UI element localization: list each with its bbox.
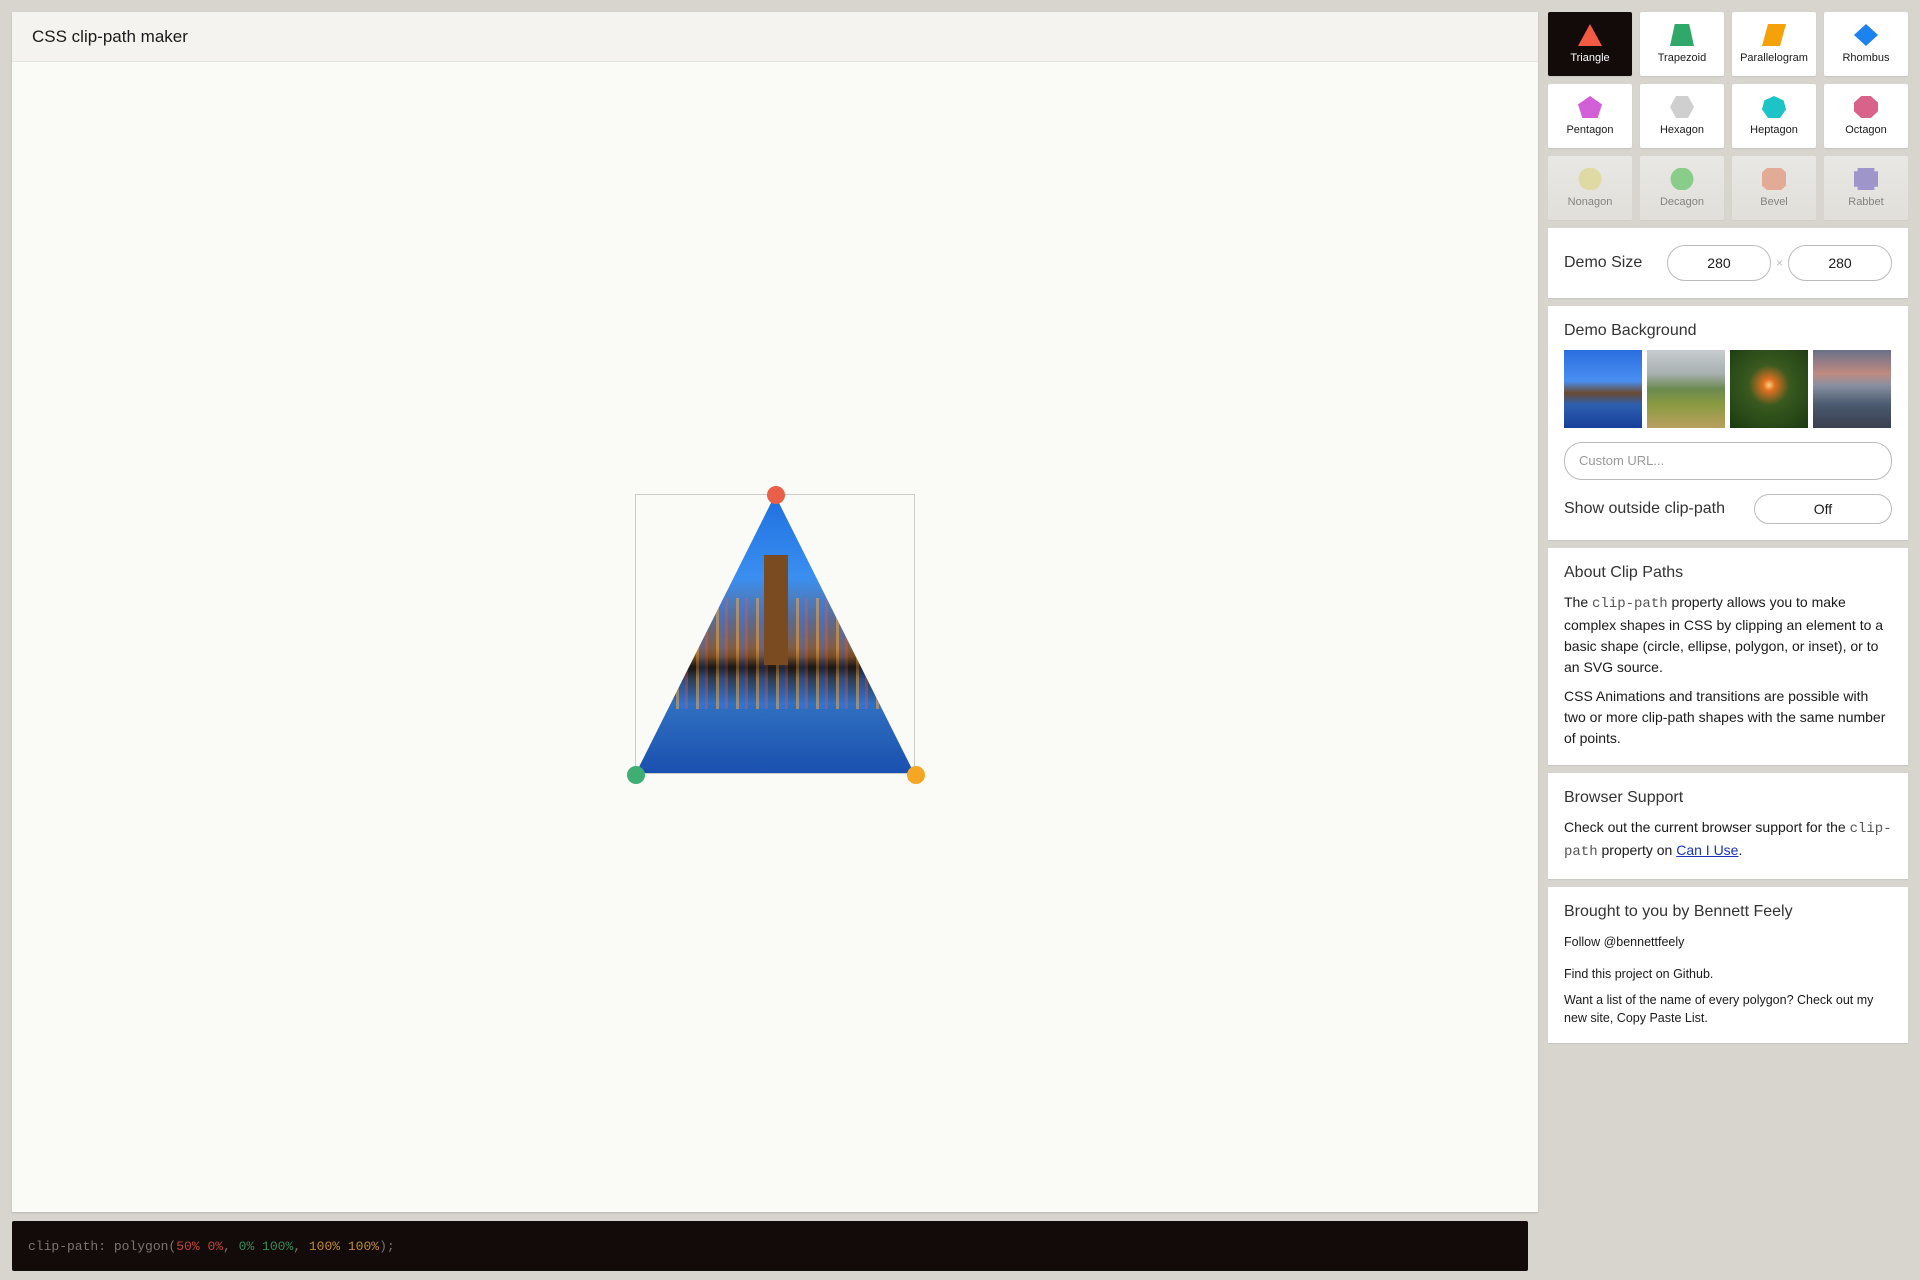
handle-point-1[interactable] xyxy=(767,486,785,504)
handle-point-2[interactable] xyxy=(627,766,645,784)
demo-size-card: Demo Size 280 × 280 xyxy=(1548,228,1908,298)
rabbet-icon xyxy=(1854,168,1878,190)
decagon-icon xyxy=(1670,168,1694,190)
height-input[interactable]: 280 xyxy=(1788,245,1892,281)
shape-button-parallelogram[interactable]: Parallelogram xyxy=(1732,12,1816,76)
handle-point-3[interactable] xyxy=(907,766,925,784)
clipped-image xyxy=(636,495,914,773)
shape-label: Rabbet xyxy=(1848,196,1884,208)
code-point-2: 0% 100% xyxy=(238,1238,294,1254)
shape-button-decagon[interactable]: Decagon xyxy=(1640,156,1724,220)
demo-size-label: Demo Size xyxy=(1564,254,1643,271)
shape-button-pentagon[interactable]: Pentagon xyxy=(1548,84,1632,148)
shape-button-trapezoid[interactable]: Trapezoid xyxy=(1640,12,1724,76)
shape-button-rabbet[interactable]: Rabbet xyxy=(1824,156,1908,220)
shape-label: Octagon xyxy=(1845,124,1887,136)
shape-button-nonagon[interactable]: Nonagon xyxy=(1548,156,1632,220)
shape-label: Heptagon xyxy=(1750,124,1798,136)
shape-button-octagon[interactable]: Octagon xyxy=(1824,84,1908,148)
shape-grid: Triangle Trapezoid Parallelogram Rhombus Pen… xyxy=(1548,12,1908,220)
background-hills[interactable] xyxy=(1647,350,1725,428)
show-outside-label: Show outside clip-path xyxy=(1564,500,1725,517)
shape-button-triangle[interactable]: Triangle xyxy=(1548,12,1632,76)
shape-label: Hexagon xyxy=(1659,124,1705,136)
width-input[interactable]: 280 xyxy=(1666,245,1771,281)
about-paragraph-2: CSS Animations and transitions are possi… xyxy=(1564,688,1886,746)
sidebar: Triangle Trapezoid Parallelogram Rhombus Pen… xyxy=(1548,12,1908,1043)
about-card: About Clip Paths The clip-path property … xyxy=(1548,548,1908,765)
shape-button-bevel[interactable]: Bevel xyxy=(1732,156,1816,220)
shape-label: Pentagon xyxy=(1566,124,1614,136)
shape-label: Trapezoid xyxy=(1657,52,1707,64)
octagon-icon xyxy=(1854,96,1878,118)
pentagon-icon xyxy=(1578,96,1602,118)
code-prefix: clip-path: polygon( xyxy=(28,1238,177,1254)
code-sep: , xyxy=(223,1238,239,1254)
demo-background-title: Demo Background xyxy=(1564,322,1697,339)
shape-label: Decagon xyxy=(1659,196,1705,208)
bevel-icon xyxy=(1762,168,1786,190)
shape-button-rhombus[interactable]: Rhombus xyxy=(1824,12,1908,76)
app-title: CSS clip-path maker xyxy=(32,26,188,46)
browser-support-title: Browser Support xyxy=(1564,789,1684,806)
github-link[interactable]: Find this project on Github. xyxy=(1564,965,1892,983)
background-sparkler[interactable] xyxy=(1730,350,1808,428)
bridge-tower xyxy=(764,555,788,665)
triangle-icon xyxy=(1578,24,1602,46)
background-ocean[interactable] xyxy=(1813,350,1891,428)
shape-label: Rhombus xyxy=(1842,52,1890,64)
times-sign: × xyxy=(1775,256,1783,270)
can-i-use-link[interactable]: Can I Use xyxy=(1676,842,1738,858)
shape-label: Triangle xyxy=(1570,52,1610,64)
app-header: CSS clip-path maker xyxy=(12,12,1538,62)
about-title: About Clip Paths xyxy=(1564,564,1684,581)
follow-link[interactable]: Follow @bennettfeely xyxy=(1564,933,1892,951)
show-outside-toggle[interactable]: Off xyxy=(1754,494,1892,524)
custom-url-input[interactable]: Custom URL... xyxy=(1564,442,1892,480)
rhombus-icon xyxy=(1854,24,1878,46)
hexagon-icon xyxy=(1670,96,1694,118)
nonagon-icon xyxy=(1578,168,1602,190)
browser-support-text: Check out the current browser support fo… xyxy=(1564,819,1892,860)
shape-label: Bevel xyxy=(1760,196,1788,208)
trapezoid-icon xyxy=(1670,24,1694,46)
copy-paste-list-link[interactable]: Want a list of the name of every polygon… xyxy=(1564,991,1892,1027)
parallelogram-icon xyxy=(1762,24,1786,46)
demo-background-card: Demo Background Custom URL... Show outsi… xyxy=(1548,306,1908,540)
browser-support-card: Browser Support Check out the current br… xyxy=(1548,773,1908,879)
heptagon-icon xyxy=(1762,96,1786,118)
credits-title: Brought to you by Bennett Feely xyxy=(1564,903,1793,920)
code-suffix: ); xyxy=(379,1238,395,1254)
credits-card: Brought to you by Bennett Feely Follow @… xyxy=(1548,887,1908,1043)
code-point-1: 50% 0% xyxy=(176,1238,224,1254)
shape-label: Parallelogram xyxy=(1740,52,1808,64)
demo-box xyxy=(627,486,925,784)
code-point-3: 100% 100% xyxy=(308,1238,380,1254)
about-paragraph-1: The clip-path property allows you to mak… xyxy=(1564,594,1884,675)
editor-panel: CSS clip-path maker xyxy=(12,12,1538,1212)
shape-button-heptagon[interactable]: Heptagon xyxy=(1732,84,1816,148)
background-bridge[interactable] xyxy=(1564,350,1642,428)
shape-button-hexagon[interactable]: Hexagon xyxy=(1640,84,1724,148)
shape-label: Nonagon xyxy=(1567,196,1613,208)
code-sep: , xyxy=(293,1238,309,1254)
code-output[interactable]: clip-path: polygon(50% 0%, 0% 100%, 100%… xyxy=(12,1221,1528,1271)
